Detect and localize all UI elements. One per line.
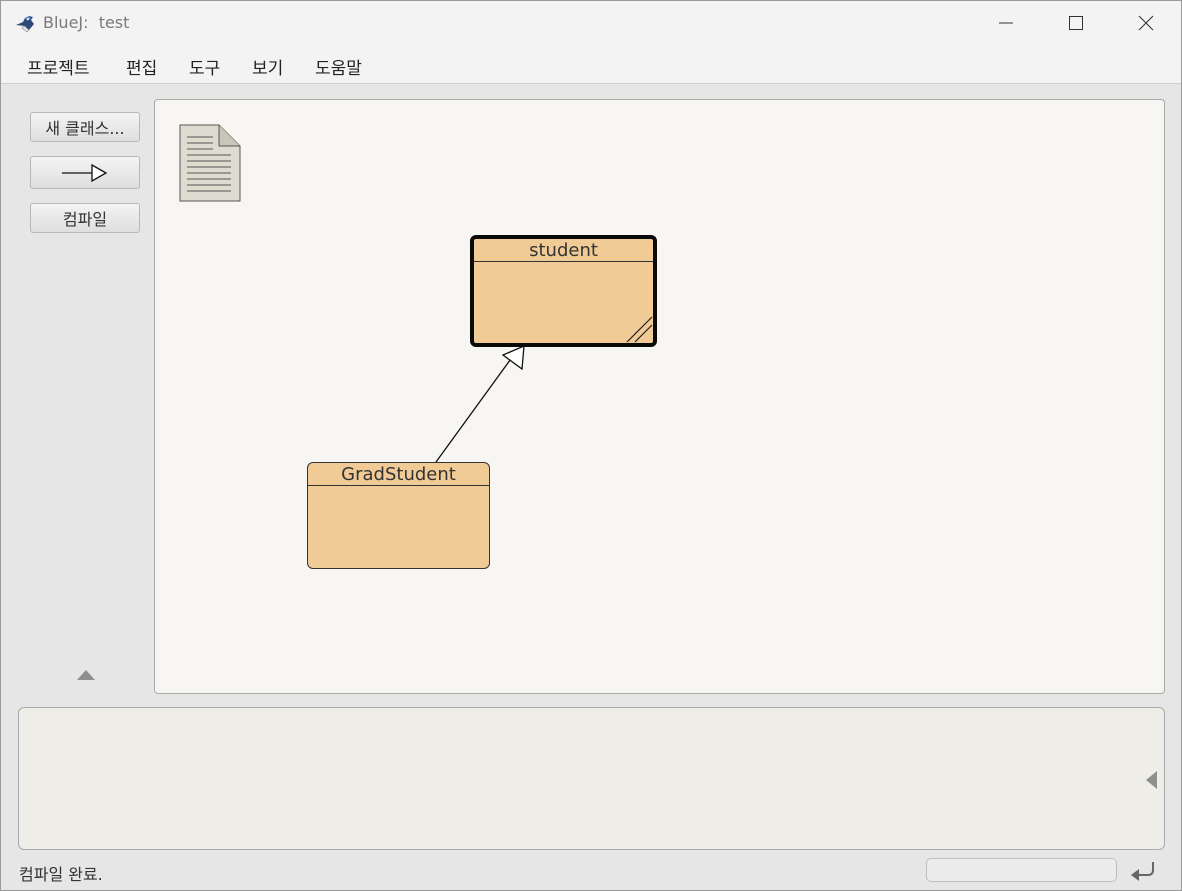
class-diagram-canvas[interactable]: student GradStudent xyxy=(154,99,1165,694)
bluej-bird-icon xyxy=(16,16,34,33)
compile-button[interactable]: 컴파일 xyxy=(30,203,140,233)
menu-help[interactable]: 도움말 xyxy=(315,54,362,79)
minimize-icon xyxy=(999,22,1013,24)
window-title: BlueJ: test xyxy=(43,13,129,32)
reset-vm-icon[interactable] xyxy=(1129,858,1159,886)
resize-handle-icon[interactable] xyxy=(625,315,653,343)
menu-tools[interactable]: 도구 xyxy=(189,54,220,79)
class-separator xyxy=(308,485,489,486)
menu-edit[interactable]: 편집 xyxy=(126,54,157,79)
bluej-window: BlueJ: test 프로젝트 편집 도구 보기 도움말 새 클래스... 컴… xyxy=(0,0,1182,891)
class-student-name: student xyxy=(529,240,598,261)
menu-view[interactable]: 보기 xyxy=(252,54,283,79)
inheritance-arrow-icon xyxy=(62,163,108,182)
progress-bar xyxy=(926,858,1117,882)
window-title-project: test xyxy=(98,13,130,32)
output-panel xyxy=(18,707,1165,850)
new-class-button[interactable]: 새 클래스... xyxy=(30,112,140,142)
maximize-icon xyxy=(1069,16,1083,30)
maximize-button[interactable] xyxy=(1041,1,1111,45)
title-bar: BlueJ: test xyxy=(1,1,1181,45)
collapse-up-icon[interactable] xyxy=(77,669,95,681)
close-button[interactable] xyxy=(1111,1,1181,45)
class-gradstudent[interactable]: GradStudent xyxy=(307,462,490,569)
new-inheritance-arrow-button[interactable] xyxy=(30,156,140,189)
window-title-app: BlueJ: xyxy=(43,13,89,32)
class-student[interactable]: student xyxy=(470,235,657,347)
class-separator xyxy=(474,261,653,262)
menu-bar: 프로젝트 편집 도구 보기 도움말 xyxy=(1,45,1181,84)
status-message: 컴파일 완료. xyxy=(19,865,103,884)
class-gradstudent-name: GradStudent xyxy=(341,464,456,485)
menu-project[interactable]: 프로젝트 xyxy=(27,54,90,79)
close-icon xyxy=(1138,15,1154,31)
inheritance-relation[interactable] xyxy=(155,100,1165,694)
expand-left-icon[interactable] xyxy=(1145,770,1158,790)
minimize-button[interactable] xyxy=(971,1,1041,45)
